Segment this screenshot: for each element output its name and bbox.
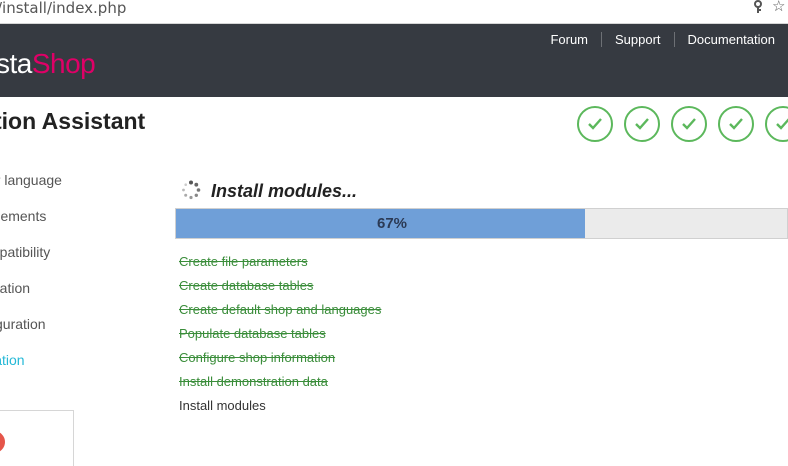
sidebar-item-information: mation (0, 280, 31, 296)
nav-forum-link[interactable]: Forum (537, 32, 601, 47)
sidebar-item-configuration: figuration (0, 316, 46, 332)
lifebuoy-icon (0, 431, 5, 453)
task-item: Install modules (179, 398, 266, 413)
step-complete-icon (671, 106, 707, 142)
sidebar-item-installation: llation (0, 352, 25, 368)
step-complete-icon (765, 106, 788, 142)
key-icon[interactable] (753, 0, 763, 17)
address-bar[interactable]: /install/index.php ☆ (0, 0, 788, 24)
task-item: Create database tables (179, 278, 314, 293)
task-item: Configure shop information (179, 350, 336, 365)
sidebar-item-agreements: reements (0, 208, 47, 224)
step-complete-icon (718, 106, 754, 142)
task-item: Install demonstration data (179, 374, 328, 389)
nav-support-link[interactable]: Support (601, 32, 674, 47)
task-item: Create default shop and languages (179, 302, 382, 317)
page-title: tion Assistant (0, 108, 146, 134)
sidebar-item-language: ur language (0, 172, 62, 188)
install-step-title: Install modules... (211, 181, 358, 201)
star-icon[interactable]: ☆ (772, 0, 785, 14)
loading-spinner-icon (182, 180, 201, 200)
nav-documentation-link[interactable]: Documentation (673, 32, 788, 47)
help-box (0, 410, 74, 466)
task-item: Populate database tables (179, 326, 326, 341)
install-progress-bar: 67% (175, 208, 788, 239)
task-item: Create file parameters (179, 254, 308, 269)
sidebar-item-compatibility: mpatibility (0, 244, 51, 260)
prestashop-logo[interactable]: staShop (0, 48, 96, 80)
site-header: staShop Forum Support Documentation (0, 24, 788, 97)
progress-percent: 67% (376, 215, 408, 232)
step-complete-icon (624, 106, 660, 142)
url-text[interactable]: /install/index.php (0, 0, 126, 16)
top-navigation: Forum Support Documentation (537, 32, 788, 47)
step-complete-icon (577, 106, 613, 142)
